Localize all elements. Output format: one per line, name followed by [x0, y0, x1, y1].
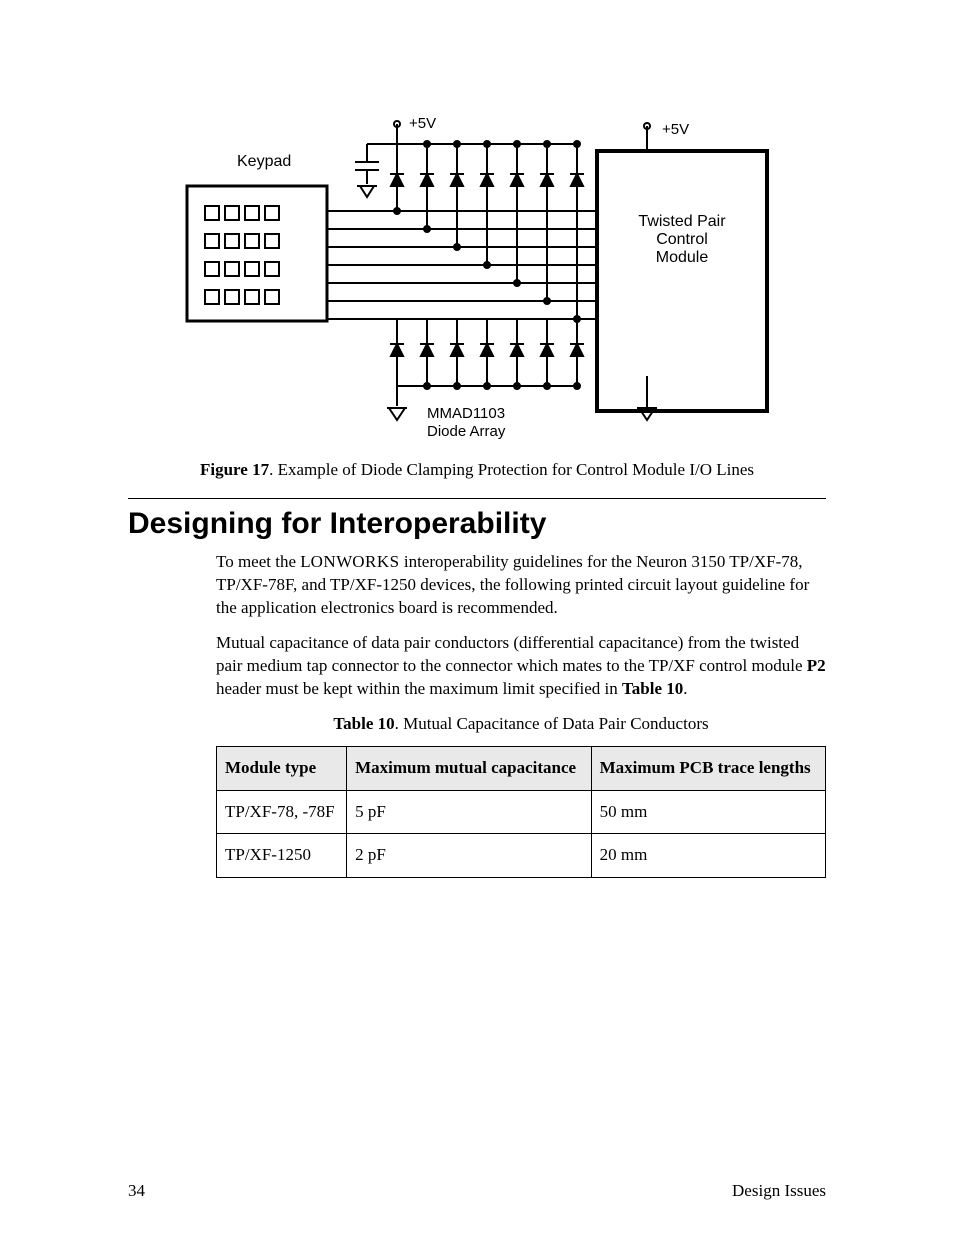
cell: 2 pF	[347, 834, 592, 878]
paragraph-2: Mutual capacitance of data pair conducto…	[216, 632, 826, 701]
page: Keypad Twisted Pair Control Module	[0, 0, 954, 1235]
label-5v-right: +5V	[662, 121, 689, 138]
cell: 20 mm	[591, 834, 825, 878]
figure-caption: Figure 17. Example of Diode Clamping Pro…	[128, 460, 826, 480]
p1-c: W	[336, 552, 352, 571]
cell: TP/XF-78, -78F	[217, 790, 347, 834]
diode-label-1: MMAD1103	[427, 405, 505, 422]
cell: 50 mm	[591, 790, 825, 834]
table-row: TP/XF-1250 2 pF 20 mm	[217, 834, 826, 878]
figure-caption-text: . Example of Diode Clamping Protection f…	[269, 460, 754, 479]
bus-lines	[327, 211, 597, 319]
module-label-2: Control	[656, 231, 708, 248]
table-caption: Table 10. Mutual Capacitance of Data Pai…	[216, 713, 826, 736]
p2-b: P2	[807, 656, 826, 675]
paragraph-1: To meet the LONWORKS interoperability gu…	[216, 551, 826, 620]
label-keypad: Keypad	[237, 153, 291, 170]
p1-a: To meet the L	[216, 552, 311, 571]
cell: TP/XF-1250	[217, 834, 347, 878]
control-module-box	[597, 151, 767, 411]
page-footer: 34 Design Issues	[128, 1181, 826, 1201]
footer-section: Design Issues	[732, 1181, 826, 1201]
figure-17: Keypad Twisted Pair Control Module	[128, 96, 826, 480]
table-row: TP/XF-78, -78F 5 pF 50 mm	[217, 790, 826, 834]
cell: 5 pF	[347, 790, 592, 834]
table-header-row: Module type Maximum mutual capacitance M…	[217, 746, 826, 790]
diode-label-2: Diode Array	[427, 423, 506, 440]
table-caption-text: . Mutual Capacitance of Data Pair Conduc…	[395, 714, 709, 733]
th-max-trace: Maximum PCB trace lengths	[591, 746, 825, 790]
label-5v-left: +5V	[409, 115, 436, 132]
p2-e: .	[683, 679, 687, 698]
module-label-1: Twisted Pair	[638, 213, 726, 230]
keypad-buttons	[205, 206, 279, 304]
p2-c: header must be kept within the maximum l…	[216, 679, 622, 698]
p1-d: ORKS	[352, 552, 399, 571]
section-rule	[128, 498, 826, 499]
p1-b: ON	[311, 552, 337, 571]
body-text: To meet the LONWORKS interoperability gu…	[216, 551, 826, 878]
schematic-svg: Keypad Twisted Pair Control Module	[177, 96, 777, 446]
table-10: Module type Maximum mutual capacitance M…	[216, 746, 826, 879]
p2-d: Table 10	[622, 679, 683, 698]
section-heading: Designing for Interoperability	[128, 507, 826, 541]
figure-number: Figure 17	[200, 460, 269, 479]
module-label-3: Module	[656, 249, 709, 266]
th-module-type: Module type	[217, 746, 347, 790]
th-max-cap: Maximum mutual capacitance	[347, 746, 592, 790]
table-number: Table 10	[333, 714, 394, 733]
page-number: 34	[128, 1181, 145, 1201]
diode-array: +5V	[355, 115, 584, 420]
p2-a: Mutual capacitance of data pair conducto…	[216, 633, 807, 675]
module-power: +5V	[637, 121, 689, 420]
